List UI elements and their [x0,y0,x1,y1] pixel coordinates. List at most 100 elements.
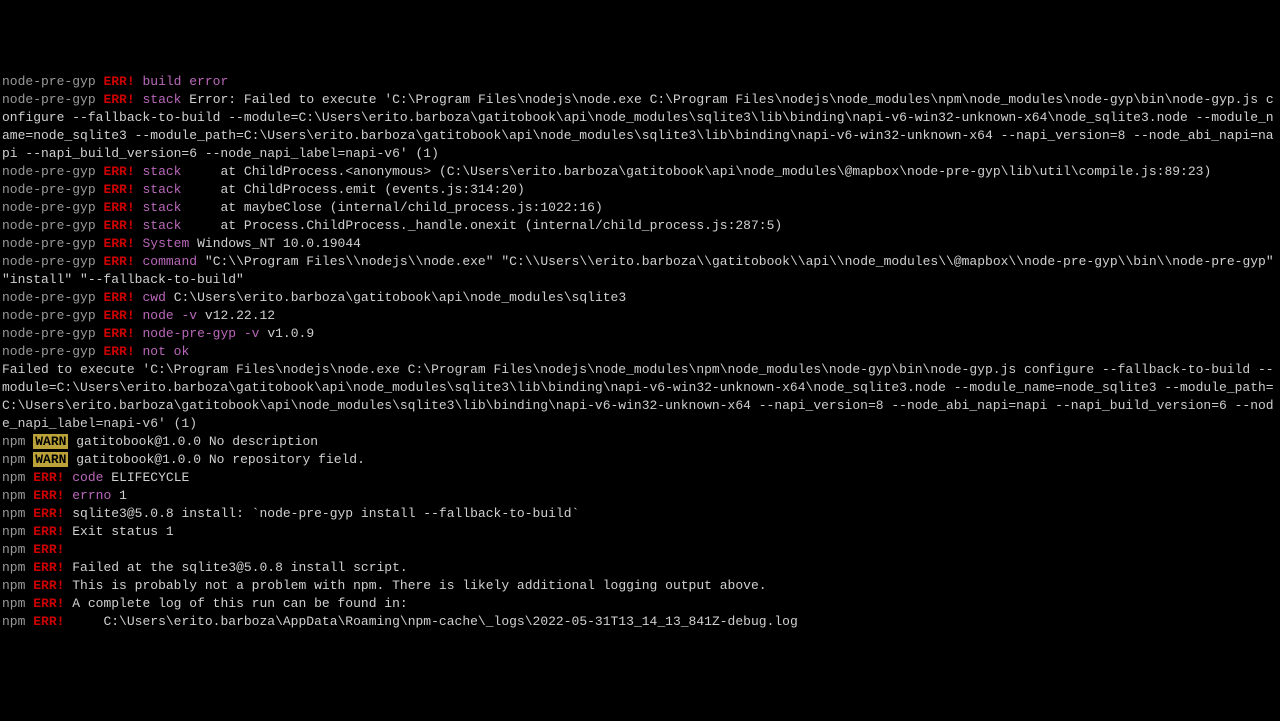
log-prefix: npm [2,542,25,557]
error-tag: ERR! [33,524,64,539]
log-line: npm ERR! Exit status 1 [2,523,1278,541]
log-category: code [72,470,103,485]
error-tag: ERR! [33,596,64,611]
log-category: stack [142,92,181,107]
log-message: sqlite3@5.0.8 install: `node-pre-gyp ins… [72,506,579,521]
log-line: npm ERR! errno 1 [2,487,1278,505]
warn-tag: WARN [33,434,68,449]
log-prefix: node-pre-gyp [2,254,96,269]
log-line: node-pre-gyp ERR! node -v v12.22.12 [2,307,1278,325]
log-line: node-pre-gyp ERR! stack at ChildProcess.… [2,181,1278,199]
log-message: gatitobook@1.0.0 No description [76,434,318,449]
error-tag: ERR! [103,74,134,89]
log-line: node-pre-gyp ERR! command "C:\\Program F… [2,253,1278,289]
error-tag: ERR! [33,542,64,557]
log-prefix: node-pre-gyp [2,344,96,359]
log-message: 1 [119,488,127,503]
error-tag: ERR! [33,578,64,593]
log-message: Windows_NT 10.0.19044 [197,236,361,251]
log-line: npm ERR! A complete log of this run can … [2,595,1278,613]
error-tag: ERR! [103,344,134,359]
log-line: node-pre-gyp ERR! node-pre-gyp -v v1.0.9 [2,325,1278,343]
error-tag: ERR! [103,254,134,269]
error-tag: ERR! [103,290,134,305]
error-tag: ERR! [103,326,134,341]
log-line: npm ERR! Failed at the sqlite3@5.0.8 ins… [2,559,1278,577]
log-line: npm WARN gatitobook@1.0.0 No repository … [2,451,1278,469]
log-message: ELIFECYCLE [111,470,189,485]
error-tag: ERR! [33,560,64,575]
log-message: Error: Failed to execute 'C:\Program Fil… [2,92,1274,161]
log-category: command [142,254,197,269]
log-prefix: npm [2,452,25,467]
log-prefix: npm [2,506,25,521]
error-tag: ERR! [33,488,64,503]
log-line: node-pre-gyp ERR! System Windows_NT 10.0… [2,235,1278,253]
log-prefix: npm [2,614,25,629]
log-category: stack [142,200,181,215]
log-category: node-pre-gyp -v [142,326,259,341]
log-prefix: npm [2,596,25,611]
error-tag: ERR! [103,308,134,323]
error-tag: ERR! [103,236,134,251]
log-prefix: node-pre-gyp [2,218,96,233]
log-category: cwd [142,290,165,305]
log-category: not ok [142,344,189,359]
log-line: node-pre-gyp ERR! stack at maybeClose (i… [2,199,1278,217]
log-prefix: node-pre-gyp [2,326,96,341]
log-message: at ChildProcess.<anonymous> (C:\Users\er… [189,164,1211,179]
error-tag: ERR! [33,614,64,629]
error-tag: ERR! [33,470,64,485]
log-category: node -v [142,308,197,323]
log-line: npm ERR! code ELIFECYCLE [2,469,1278,487]
log-line: npm ERR! This is probably not a problem … [2,577,1278,595]
log-message: at maybeClose (internal/child_process.js… [189,200,602,215]
error-tag: ERR! [103,200,134,215]
log-line: npm ERR! sqlite3@5.0.8 install: `node-pr… [2,505,1278,523]
log-line: npm ERR! [2,541,1278,559]
log-line: Failed to execute 'C:\Program Files\node… [2,361,1278,433]
log-message: C:\Users\erito.barboza\gatitobook\api\no… [174,290,626,305]
log-prefix: npm [2,488,25,503]
log-prefix: node-pre-gyp [2,236,96,251]
error-tag: ERR! [103,164,134,179]
log-message: This is probably not a problem with npm.… [72,578,766,593]
log-prefix: npm [2,434,25,449]
log-line: node-pre-gyp ERR! stack at Process.Child… [2,217,1278,235]
log-line: node-pre-gyp ERR! stack Error: Failed to… [2,91,1278,163]
log-prefix: node-pre-gyp [2,182,96,197]
log-message: A complete log of this run can be found … [72,596,407,611]
log-line: npm WARN gatitobook@1.0.0 No description [2,433,1278,451]
log-message: gatitobook@1.0.0 No repository field. [76,452,365,467]
log-category: stack [142,218,181,233]
log-line: node-pre-gyp ERR! stack at ChildProcess.… [2,163,1278,181]
log-prefix: node-pre-gyp [2,200,96,215]
log-line: node-pre-gyp ERR! build error [2,73,1278,91]
log-message: C:\Users\erito.barboza\AppData\Roaming\n… [72,614,798,629]
log-message: at ChildProcess.emit (events.js:314:20) [189,182,524,197]
log-message: v1.0.9 [267,326,314,341]
log-prefix: node-pre-gyp [2,164,96,179]
log-message: at Process.ChildProcess._handle.onexit (… [189,218,782,233]
log-category: errno [72,488,111,503]
log-category: build error [142,74,228,89]
log-message: v12.22.12 [205,308,275,323]
log-line: node-pre-gyp ERR! not ok [2,343,1278,361]
error-tag: ERR! [103,92,134,107]
log-line: npm ERR! C:\Users\erito.barboza\AppData\… [2,613,1278,631]
log-prefix: npm [2,560,25,575]
log-prefix: npm [2,524,25,539]
log-message: Failed at the sqlite3@5.0.8 install scri… [72,560,407,575]
log-message: Exit status 1 [72,524,173,539]
log-prefix: node-pre-gyp [2,92,96,107]
log-category: System [142,236,189,251]
terminal-output[interactable]: node-pre-gyp ERR! build errornode-pre-gy… [2,73,1278,631]
log-category: stack [142,164,181,179]
error-tag: ERR! [33,506,64,521]
log-prefix: node-pre-gyp [2,74,96,89]
warn-tag: WARN [33,452,68,467]
error-tag: ERR! [103,182,134,197]
log-line: node-pre-gyp ERR! cwd C:\Users\erito.bar… [2,289,1278,307]
log-category: stack [142,182,181,197]
log-prefix: npm [2,578,25,593]
